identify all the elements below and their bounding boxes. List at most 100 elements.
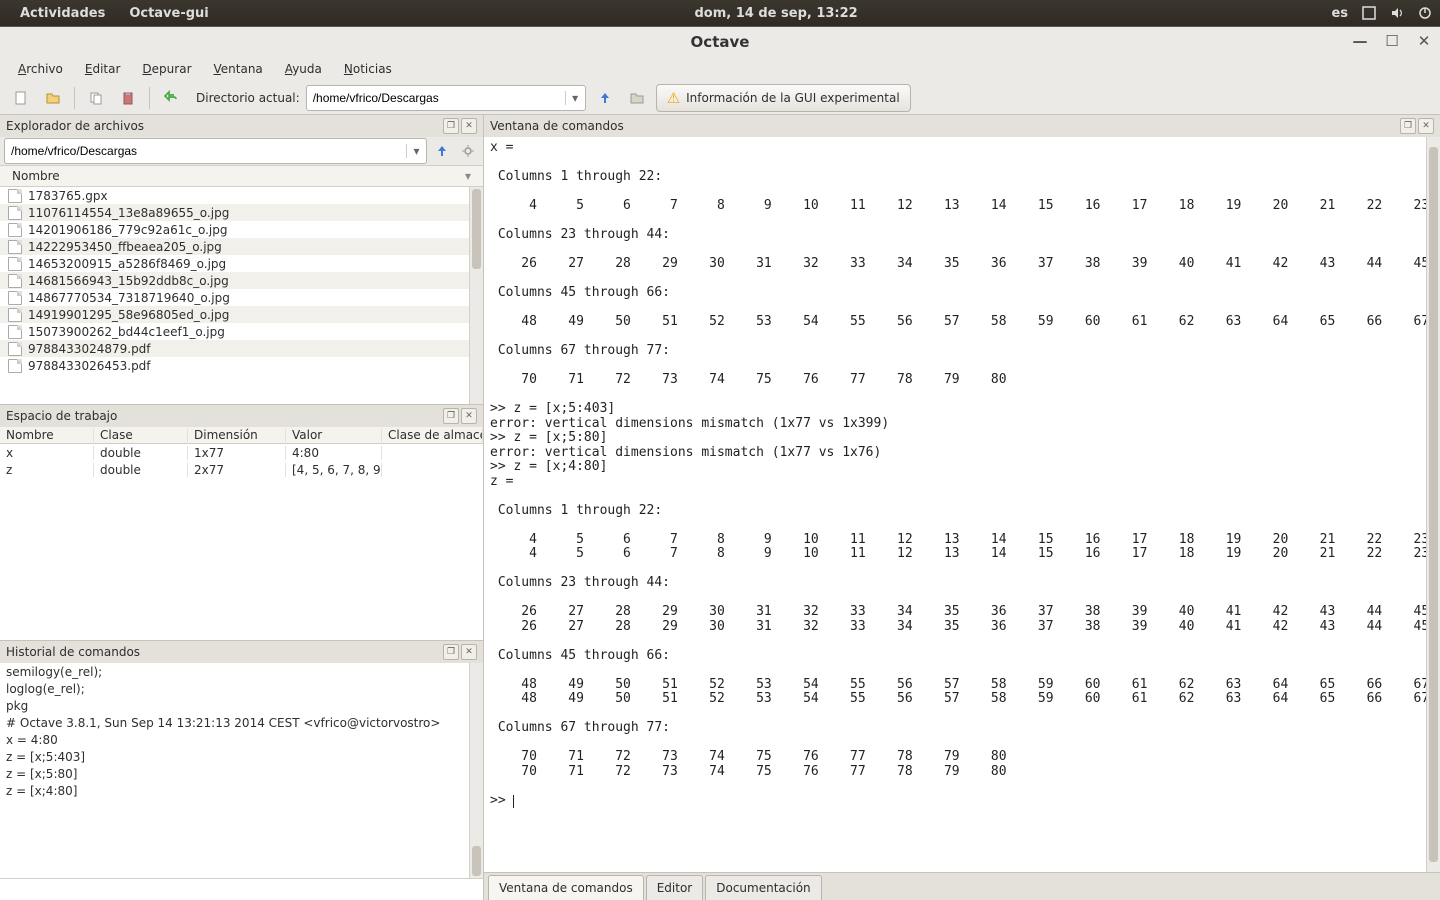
file-row[interactable]: 1783765.gpx — [0, 187, 483, 204]
tab-command-window[interactable]: Ventana de comandos — [488, 875, 644, 900]
minimize-button[interactable]: — — [1350, 31, 1370, 51]
file-col-name[interactable]: Nombre — [12, 169, 465, 183]
file-path-dropdown-icon[interactable]: ▾ — [406, 144, 426, 158]
app-menu[interactable]: Octave-gui — [117, 6, 220, 21]
menu-ayuda[interactable]: Ayuda — [275, 59, 332, 79]
file-icon — [8, 325, 22, 339]
file-row[interactable]: 14201906186_779c92a61c_o.jpg — [0, 221, 483, 238]
history-item[interactable]: x = 4:80 — [0, 731, 483, 748]
file-row[interactable]: 14222953450_ffbeaea205_o.jpg — [0, 238, 483, 255]
file-row[interactable]: 11076114554_13e8a89655_o.jpg — [0, 204, 483, 221]
cwd-up-button[interactable] — [592, 85, 618, 111]
history-item[interactable]: semilogy(e_rel); — [0, 663, 483, 680]
file-name: 14201906186_779c92a61c_o.jpg — [28, 223, 228, 237]
ws-col-class[interactable]: Clase — [94, 428, 188, 442]
file-list[interactable]: 1783765.gpx11076114554_13e8a89655_o.jpg 1… — [0, 187, 483, 404]
tab-documentation[interactable]: Documentación — [705, 875, 821, 900]
file-row[interactable]: 14919901295_58e96805ed_o.jpg — [0, 306, 483, 323]
open-file-button[interactable] — [40, 85, 66, 111]
power-icon[interactable] — [1418, 6, 1432, 20]
scrollbar[interactable] — [469, 663, 483, 878]
file-explorer-pane: Explorador de archivos ❐ ✕ ▾ Nombre ▾ — [0, 115, 483, 405]
paste-button[interactable] — [115, 85, 141, 111]
file-col-sort-icon[interactable]: ▾ — [465, 169, 471, 183]
history-item[interactable]: z = [x;5:403] — [0, 748, 483, 765]
cwd-combo[interactable]: ▾ — [306, 85, 586, 111]
close-button[interactable]: ✕ — [1414, 31, 1434, 51]
ws-col-name[interactable]: Nombre — [0, 428, 94, 442]
new-file-button[interactable] — [8, 85, 34, 111]
command-console[interactable]: x = Columns 1 through 22: 4 5 6 7 8 9 10… — [484, 137, 1440, 872]
pane-close-button[interactable]: ✕ — [1418, 118, 1434, 134]
file-up-button[interactable] — [431, 140, 453, 162]
volume-icon[interactable] — [1390, 6, 1404, 20]
history-filter-input[interactable] — [0, 878, 483, 900]
scrollbar[interactable] — [1426, 137, 1440, 872]
file-row[interactable]: 14653200915_a5286f8469_o.jpg — [0, 255, 483, 272]
file-name: 9788433026453.pdf — [28, 359, 151, 373]
history-title: Historial de comandos — [6, 645, 441, 659]
menu-depurar[interactable]: Depurar — [132, 59, 201, 79]
ws-col-dim[interactable]: Dimensión — [188, 428, 286, 442]
pane-close-button[interactable]: ✕ — [461, 118, 477, 134]
file-icon — [8, 359, 22, 373]
warning-icon: ⚠ — [667, 89, 680, 107]
clock[interactable]: dom, 14 de sep, 13:22 — [683, 6, 870, 21]
cwd-dropdown-icon[interactable]: ▾ — [565, 91, 585, 105]
workspace-row[interactable]: xdouble1x774:80 — [0, 444, 483, 461]
workspace-table[interactable]: Nombre Clase Dimensión Valor Clase de al… — [0, 427, 483, 640]
scrollbar-thumb[interactable] — [1429, 147, 1438, 862]
command-window-pane: Ventana de comandos ❐ ✕ x = Columns 1 th… — [484, 115, 1440, 872]
file-icon — [8, 223, 22, 237]
file-row[interactable]: 15073900262_bd44c1eef1_o.jpg — [0, 323, 483, 340]
pane-undock-button[interactable]: ❐ — [1400, 118, 1416, 134]
pane-undock-button[interactable]: ❐ — [443, 644, 459, 660]
ws-col-val[interactable]: Valor — [286, 428, 382, 442]
history-item[interactable]: loglog(e_rel); — [0, 680, 483, 697]
file-name: 15073900262_bd44c1eef1_o.jpg — [28, 325, 225, 339]
history-item[interactable]: z = [x;4:80] — [0, 782, 483, 799]
file-row[interactable]: 9788433024879.pdf — [0, 340, 483, 357]
maximize-button[interactable]: ☐ — [1382, 31, 1402, 51]
file-name: 14653200915_a5286f8469_o.jpg — [28, 257, 226, 271]
menu-editar[interactable]: Editar — [75, 59, 131, 79]
copy-button[interactable] — [83, 85, 109, 111]
cwd-browse-button[interactable] — [624, 85, 650, 111]
scrollbar-thumb[interactable] — [472, 846, 481, 876]
history-list[interactable]: semilogy(e_rel);loglog(e_rel);pkg# Octav… — [0, 663, 483, 878]
tab-editor[interactable]: Editor — [646, 875, 704, 900]
scrollbar[interactable] — [469, 187, 483, 404]
menu-ventana[interactable]: Ventana — [204, 59, 273, 79]
file-row[interactable]: 14681566943_15b92ddb8c_o.jpg — [0, 272, 483, 289]
file-name: 14867770534_7318719640_o.jpg — [28, 291, 230, 305]
menu-noticias[interactable]: Noticias — [334, 59, 402, 79]
pane-undock-button[interactable]: ❐ — [443, 408, 459, 424]
cwd-input[interactable] — [307, 91, 565, 105]
history-item[interactable]: z = [x;5:80] — [0, 765, 483, 782]
file-gear-button[interactable] — [457, 140, 479, 162]
file-name: 14919901295_58e96805ed_o.jpg — [28, 308, 229, 322]
ws-col-store[interactable]: Clase de almace — [382, 428, 483, 442]
pane-close-button[interactable]: ✕ — [461, 644, 477, 660]
cwd-label: Directorio actual: — [196, 91, 300, 105]
gnome-topbar: Actividades Octave-gui dom, 14 de sep, 1… — [0, 0, 1440, 26]
titlebar: Octave — ☐ ✕ — [0, 27, 1440, 57]
file-path-input[interactable] — [5, 144, 406, 158]
experimental-gui-button[interactable]: ⚠ Información de la GUI experimental — [656, 84, 911, 112]
history-item[interactable]: pkg — [0, 697, 483, 714]
keyboard-layout-indicator[interactable]: es — [1331, 6, 1348, 21]
menu-archivo[interactable]: Archivo — [8, 59, 73, 79]
history-item[interactable]: # Octave 3.8.1, Sun Sep 14 13:21:13 2014… — [0, 714, 483, 731]
scrollbar-thumb[interactable] — [472, 189, 481, 269]
file-path-combo[interactable]: ▾ — [4, 138, 427, 164]
workspace-row[interactable]: zdouble2x77[4, 5, 6, 7, 8, 9, 10,... — [0, 461, 483, 478]
pane-undock-button[interactable]: ❐ — [443, 118, 459, 134]
a11y-icon[interactable] — [1362, 6, 1376, 20]
activities-button[interactable]: Actividades — [8, 6, 117, 21]
pane-close-button[interactable]: ✕ — [461, 408, 477, 424]
bottom-tabs: Ventana de comandos Editor Documentación — [484, 872, 1440, 900]
octave-window: Octave — ☐ ✕ Archivo Editar Depurar Vent… — [0, 26, 1440, 900]
undo-button[interactable] — [158, 85, 184, 111]
file-row[interactable]: 14867770534_7318719640_o.jpg — [0, 289, 483, 306]
file-row[interactable]: 9788433026453.pdf — [0, 357, 483, 374]
